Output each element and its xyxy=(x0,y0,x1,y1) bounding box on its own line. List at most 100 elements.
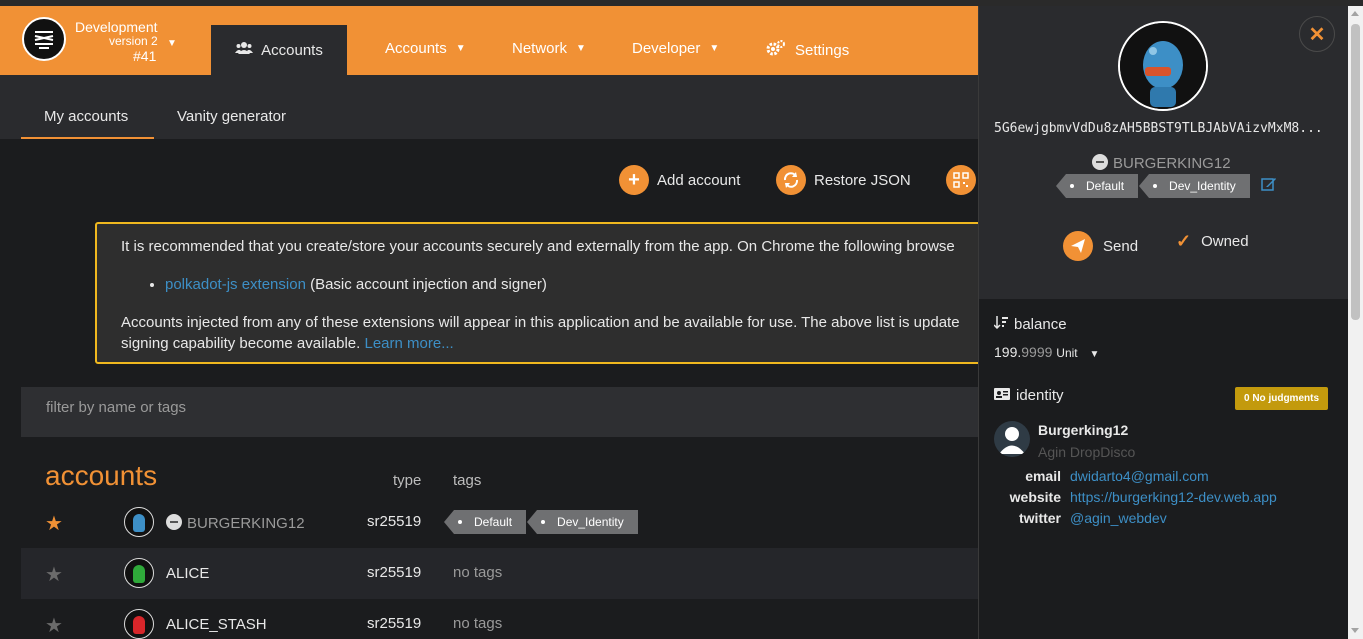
warning-text-3: signing capability become available. xyxy=(121,335,361,352)
send-label: Send xyxy=(1103,237,1139,255)
column-header-type: type xyxy=(393,472,422,489)
avatar[interactable] xyxy=(124,558,154,588)
identity-display-name: Burgerking12 xyxy=(1038,422,1129,438)
nav-tab-accounts-active[interactable]: Accounts xyxy=(211,25,347,75)
sub-tab-bar: My accounts Vanity generator xyxy=(0,75,978,139)
top-navbar: Development version 2 #41 ▼ Accounts Acc… xyxy=(0,6,978,75)
owned-label: Owned xyxy=(1201,233,1249,250)
no-tags-label: no tags xyxy=(453,564,503,581)
security-warning-box: It is recommended that you create/store … xyxy=(95,222,995,364)
check-icon: ✓ xyxy=(1176,231,1192,251)
account-name: ALICE_STASH xyxy=(166,616,267,633)
gears-icon xyxy=(766,40,786,60)
twitter-link[interactable]: @agin_webdev xyxy=(1070,510,1167,526)
warning-text: It is recommended that you create/store … xyxy=(121,238,955,255)
table-row[interactable]: ★ ALICE sr25519 no tags xyxy=(21,548,978,599)
plus-icon: + xyxy=(619,165,649,195)
avatar[interactable] xyxy=(124,507,154,537)
twitter-label: twitter xyxy=(1019,510,1061,526)
account-name: BURGERKING12 xyxy=(1092,154,1231,172)
account-type: sr25519 xyxy=(367,615,422,632)
chevron-down-icon: ▼ xyxy=(709,43,720,54)
no-tags-label: no tags xyxy=(453,615,503,632)
nav-menu-settings[interactable]: Settings xyxy=(766,40,849,60)
minus-circle-icon xyxy=(1092,154,1108,170)
nav-menu-network[interactable]: Network ▼ xyxy=(512,40,586,57)
star-filled-icon[interactable]: ★ xyxy=(45,511,63,536)
star-icon[interactable]: ★ xyxy=(45,562,63,587)
sort-amount-icon xyxy=(993,315,1008,333)
star-icon[interactable]: ★ xyxy=(45,613,63,638)
restore-json-button[interactable]: Restore JSON xyxy=(776,165,911,195)
user-icon xyxy=(994,421,1030,457)
avatar[interactable] xyxy=(124,609,154,639)
scrollbar[interactable] xyxy=(1348,6,1363,639)
judgment-badge: 0 No judgments xyxy=(1235,387,1329,410)
scroll-down-icon[interactable] xyxy=(1351,628,1359,633)
tag: Dev_Identity xyxy=(1139,174,1250,198)
id-card-icon xyxy=(994,387,1010,404)
account-type: sr25519 xyxy=(367,564,422,581)
active-tab-indicator xyxy=(21,137,154,139)
users-icon xyxy=(235,41,254,59)
website-label: website xyxy=(1009,489,1061,505)
tag-list: Default Dev_Identity xyxy=(443,510,638,534)
account-name-text: BURGERKING12 xyxy=(1113,155,1231,172)
chevron-down-icon: ▼ xyxy=(455,43,466,54)
table-row[interactable]: ★ BURGERKING12 sr25519 Default Dev_Ident… xyxy=(21,497,978,548)
account-name: ALICE xyxy=(166,565,210,582)
nav-menu-accounts[interactable]: Accounts ▼ xyxy=(385,40,466,57)
scroll-up-icon[interactable] xyxy=(1351,11,1359,16)
balance-value[interactable]: 199.9999 Unit ▼ xyxy=(994,344,1099,360)
balance-integer: 199. xyxy=(994,344,1022,360)
minus-circle-icon xyxy=(166,514,182,530)
extension-link[interactable]: polkadot-js extension xyxy=(165,276,306,293)
balance-section-label: balance xyxy=(993,315,1067,333)
column-header-tags: tags xyxy=(453,472,482,489)
chain-selector[interactable]: Development version 2 #41 ▼ xyxy=(75,19,185,64)
filter-input[interactable]: filter by name or tags xyxy=(21,387,978,437)
restore-json-label: Restore JSON xyxy=(814,171,911,189)
add-account-button[interactable]: + Add account xyxy=(619,165,740,195)
tag: Default xyxy=(1055,174,1139,198)
identity-legal-name: Agin DropDisco xyxy=(1038,444,1136,460)
sync-icon xyxy=(776,165,806,195)
tab-my-accounts[interactable]: My accounts xyxy=(44,108,128,125)
learn-more-link[interactable]: Learn more... xyxy=(364,335,453,352)
tab-vanity-generator[interactable]: Vanity generator xyxy=(177,108,286,125)
block-number: #41 xyxy=(133,48,157,64)
account-name-text: BURGERKING12 xyxy=(187,515,305,532)
add-account-label: Add account xyxy=(657,171,741,189)
balance-label: balance xyxy=(1014,315,1067,333)
paper-plane-icon xyxy=(1063,231,1093,261)
nav-label: Accounts xyxy=(385,40,447,57)
send-button[interactable]: Send xyxy=(1063,231,1138,261)
table-row[interactable]: ★ ALICE_STASH sr25519 no tags xyxy=(21,599,978,639)
chevron-down-icon: ▼ xyxy=(167,38,177,49)
close-icon[interactable]: ✕ xyxy=(1299,16,1335,52)
account-type: sr25519 xyxy=(367,513,422,530)
qr-account-button[interactable] xyxy=(946,165,976,195)
chevron-down-icon: ▼ xyxy=(1089,349,1100,360)
balance-unit: Unit xyxy=(1056,346,1078,360)
scrollbar-thumb[interactable] xyxy=(1351,24,1360,320)
balance-decimals: 9999 xyxy=(1021,344,1053,360)
nav-menu-developer[interactable]: Developer ▼ xyxy=(632,40,719,57)
chain-logo-icon[interactable] xyxy=(22,17,66,61)
account-name: BURGERKING12 xyxy=(166,514,305,532)
website-link[interactable]: https://burgerking12-dev.web.app xyxy=(1070,489,1277,505)
warning-text-2: Accounts injected from any of these exte… xyxy=(121,314,960,331)
nav-label: Accounts xyxy=(261,41,323,59)
identity-label: identity xyxy=(1016,387,1064,404)
edit-icon[interactable] xyxy=(1260,176,1277,197)
owned-toggle[interactable]: ✓ Owned xyxy=(1176,231,1249,252)
qrcode-icon xyxy=(946,165,976,195)
nav-label: Settings xyxy=(795,41,850,59)
identity-section-label: identity xyxy=(994,387,1064,404)
nav-label: Developer xyxy=(632,40,701,57)
email-label: email xyxy=(1025,468,1061,484)
email-link[interactable]: dwidarto4@gmail.com xyxy=(1070,468,1209,484)
account-avatar[interactable] xyxy=(1118,21,1208,111)
account-address[interactable]: 5G6ewjgbmvVdDu8zAH5BBST9TLBJAbVAizvMxM8.… xyxy=(994,121,1339,136)
extension-description: (Basic account injection and signer) xyxy=(310,276,547,293)
